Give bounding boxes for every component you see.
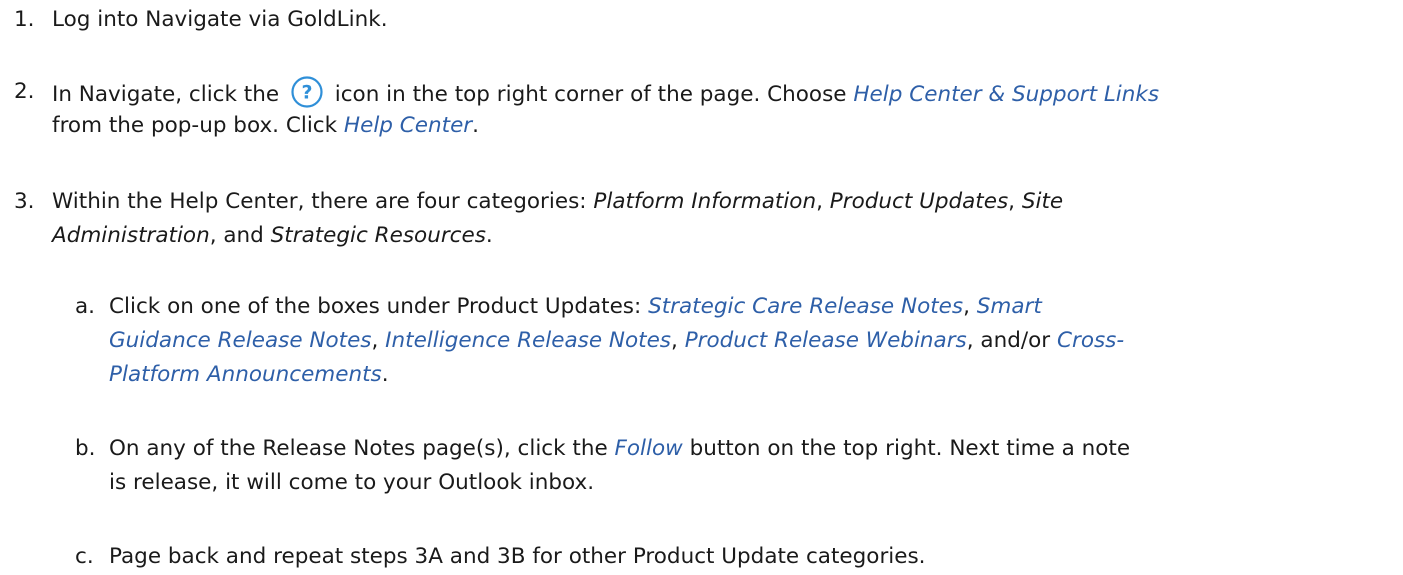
cross-platform-announcements-link[interactable]: Platform Announcements xyxy=(109,362,382,387)
substep-b: b. On any of the Release Notes page(s), … xyxy=(75,432,1400,502)
step-number: 1. xyxy=(14,7,35,32)
intelligence-release-notes-link[interactable]: Intelligence Release Notes xyxy=(385,328,671,353)
svg-text:?: ? xyxy=(301,82,312,104)
separator: . xyxy=(381,362,389,387)
substep-letter: c. xyxy=(75,544,94,569)
product-release-webinars-link[interactable]: Product Release Webinars xyxy=(685,328,967,353)
strategic-care-release-notes-link[interactable]: Strategic Care Release Notes xyxy=(648,294,963,319)
step-text: icon in the top right corner of the page… xyxy=(334,82,847,107)
category-site-administration: Site xyxy=(1021,189,1064,214)
step-text: Click on one of the boxes under Product … xyxy=(109,294,649,319)
separator: , and xyxy=(209,223,271,248)
follow-button-link[interactable]: Follow xyxy=(615,436,683,461)
step-text: from the pop-up box. Click xyxy=(52,113,338,138)
category-site-administration: Administration xyxy=(52,223,210,248)
category-platform-information: Platform Information xyxy=(593,189,817,214)
separator: . xyxy=(485,223,493,248)
separator: , and/or xyxy=(966,328,1057,353)
smart-guidance-release-notes-link[interactable]: Smart xyxy=(977,294,1042,319)
document-page: 1. Log into Navigate via GoldLink. 2. In… xyxy=(0,0,1403,575)
separator: , xyxy=(963,294,977,319)
step-text: is release, it will come to your Outlook… xyxy=(109,470,595,495)
substep-letter: b. xyxy=(75,436,96,461)
step-number: 3. xyxy=(14,189,35,214)
step-text: Within the Help Center, there are four c… xyxy=(52,189,594,214)
step-text: Page back and repeat steps 3A and 3B for… xyxy=(109,544,926,569)
separator: , xyxy=(671,328,685,353)
separator: , xyxy=(1008,189,1022,214)
substep-letter: a. xyxy=(75,294,96,319)
help-center-support-links[interactable]: Help Center & Support Links xyxy=(853,82,1159,107)
separator: , xyxy=(371,328,386,353)
substep-a: a. Click on one of the boxes under Produ… xyxy=(75,290,1400,395)
category-strategic-resources: Strategic Resources xyxy=(270,223,486,248)
step-text: . xyxy=(472,113,479,138)
separator: , xyxy=(816,189,830,214)
cross-platform-announcements-link[interactable]: Cross- xyxy=(1057,328,1124,353)
step-3: 3. Within the Help Center, there are fou… xyxy=(14,185,1399,255)
step-text: button on the top right. Next time a not… xyxy=(682,436,1131,461)
category-product-updates: Product Updates xyxy=(829,189,1009,214)
step-text: In Navigate, click the xyxy=(52,82,280,107)
step-text: On any of the Release Notes page(s), cli… xyxy=(109,436,615,461)
step-number: 2. xyxy=(14,79,35,104)
help-icon: ? xyxy=(291,76,323,108)
step-2: 2. In Navigate, click the ? icon in the … xyxy=(14,75,1399,145)
smart-guidance-release-notes-link[interactable]: Guidance Release Notes xyxy=(109,328,372,353)
step-text: Log into Navigate via GoldLink. xyxy=(52,7,388,32)
help-center-link[interactable]: Help Center xyxy=(344,113,472,138)
